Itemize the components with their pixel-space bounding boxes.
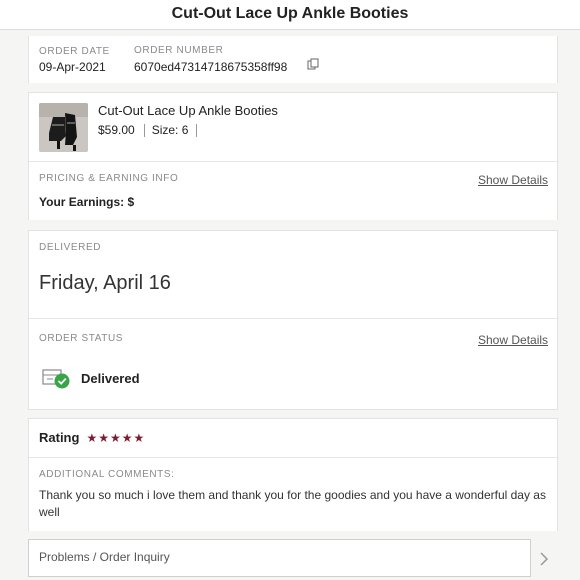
order-number-label: ORDER NUMBER: [134, 45, 224, 56]
comments-text: Thank you so much i love them and thank …: [39, 488, 546, 519]
star-icon: ★: [121, 430, 134, 445]
product-meta: $59.00 Size: 6: [98, 123, 198, 137]
page-title: Cut-Out Lace Up Ankle Booties: [171, 5, 409, 22]
pricing-show-details-link[interactable]: Show Details: [478, 173, 548, 187]
order-date-value: 09-Apr-2021: [39, 60, 106, 74]
order-date-label: ORDER DATE: [39, 46, 110, 57]
rating-card: Rating ★ ★ ★ ★ ★ ADDITIONAL COMMENTS: Thank …: [28, 418, 559, 531]
problems-inquiry-button[interactable]: Problems / Order Inquiry: [28, 539, 549, 577]
earnings-text: Your Earnings: $: [39, 195, 135, 209]
divider: [29, 161, 559, 162]
problems-label: Problems / Order Inquiry: [39, 550, 170, 564]
order-number-value: 6070ed47314718675358ff98: [134, 60, 288, 74]
delivery-card: DELIVERED Friday, April 16 ORDER STATUS …: [28, 230, 559, 410]
divider: [196, 123, 198, 137]
pricing-label: PRICING & EARNING INFO: [39, 173, 179, 184]
status-show-details-link[interactable]: Show Details: [478, 333, 548, 347]
delivered-box-check-icon: [42, 369, 70, 389]
rating-row: Rating ★ ★ ★ ★ ★: [39, 430, 145, 445]
star-icon: ★: [109, 430, 122, 445]
bootie-image-icon: [39, 103, 88, 152]
star-icon: ★: [133, 430, 146, 445]
star-icon: ★: [98, 430, 110, 445]
divider: [29, 318, 559, 319]
product-price: $59.00: [98, 123, 135, 137]
divider: [29, 457, 559, 458]
rating-stars: ★ ★ ★ ★ ★: [86, 431, 145, 445]
delivered-label: DELIVERED: [39, 242, 102, 253]
order-status-label: ORDER STATUS: [39, 333, 124, 344]
product-thumbnail[interactable]: [39, 103, 88, 152]
product-card: Cut-Out Lace Up Ankle Booties $59.00 Siz…: [28, 92, 559, 220]
divider: [143, 123, 145, 137]
status-value: Delivered: [81, 371, 140, 386]
rating-label: Rating: [39, 430, 80, 445]
product-size: Size: 6: [151, 123, 189, 137]
copy-icon[interactable]: [307, 58, 319, 70]
header: Cut-Out Lace Up Ankle Booties: [0, 0, 580, 30]
star-icon: ★: [86, 430, 99, 445]
comments-label: ADDITIONAL COMMENTS:: [39, 469, 175, 480]
product-name: Cut-Out Lace Up Ankle Booties: [98, 103, 278, 118]
delivered-date: Friday, April 16: [39, 272, 171, 294]
chevron-right-icon: [540, 552, 549, 566]
order-info-card: ORDER DATE 09-Apr-2021 ORDER NUMBER 6070…: [28, 36, 558, 83]
